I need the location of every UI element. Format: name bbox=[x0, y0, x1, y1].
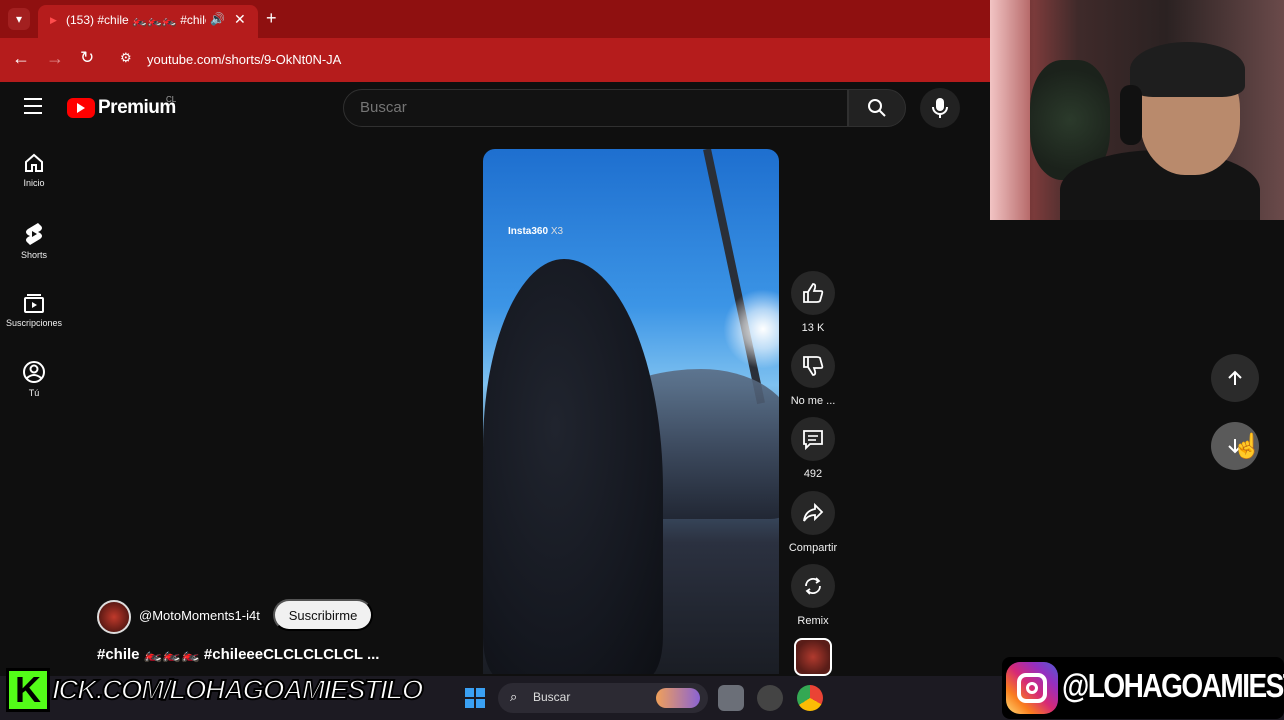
share-action[interactable]: Compartir bbox=[788, 491, 838, 554]
thumbs-down-icon bbox=[803, 356, 824, 376]
comments-button[interactable] bbox=[791, 417, 835, 461]
tab-search-button[interactable]: ▾ bbox=[8, 8, 30, 30]
instagram-banner: @LOHAGOAMIESTILO bbox=[1002, 657, 1284, 719]
sound-thumbnail[interactable] bbox=[794, 638, 832, 676]
comments-count: 492 bbox=[803, 468, 823, 480]
sidebar-item-tu[interactable]: Tú bbox=[0, 360, 68, 398]
video-frame-sun bbox=[723, 289, 779, 369]
youtube-logo[interactable]: Premium bbox=[67, 97, 176, 119]
sidebar-item-suscripciones[interactable]: Suscripciones bbox=[0, 292, 68, 328]
url-field[interactable]: youtube.com/shorts/9-OkNt0N-JA bbox=[147, 52, 341, 67]
browser-tab-active[interactable]: ▶ (153) #chile 🏍️🏍️🏍️ #chile 🔊 ✕ bbox=[38, 5, 258, 38]
sidebar-item-shorts[interactable]: Shorts bbox=[0, 222, 68, 260]
instagram-handle-text: @LOHAGOAMIESTILO bbox=[1062, 666, 1284, 704]
channel-handle[interactable]: @MotoMoments1-i4t bbox=[139, 608, 260, 623]
region-code: CL bbox=[166, 95, 177, 104]
sidebar-item-label: Tú bbox=[28, 388, 40, 398]
like-count: 13 K bbox=[801, 322, 825, 334]
kick-banner: K ICK.COM/LOHAGOAMIESTILO bbox=[6, 666, 424, 716]
sidebar-item-label: Shorts bbox=[20, 250, 47, 260]
channel-avatar[interactable] bbox=[97, 600, 131, 634]
webcam-overlay bbox=[990, 0, 1284, 220]
search-icon: ⌕ bbox=[510, 689, 518, 704]
voice-search-button[interactable] bbox=[920, 88, 960, 128]
dislike-label: No me ... bbox=[790, 395, 836, 407]
chrome-icon[interactable] bbox=[797, 685, 823, 711]
comments-action[interactable]: 492 bbox=[790, 417, 836, 480]
remix-action[interactable]: Remix bbox=[790, 564, 836, 627]
taskbar-search-label: Buscar bbox=[533, 690, 571, 704]
youtube-play-icon bbox=[67, 98, 95, 118]
kick-url-text: ICK.COM/LOHAGOAMIESTILO bbox=[51, 673, 424, 706]
address-bar: ← → ↻ ⚙ youtube.com/shorts/9-OkNt0N-JA bbox=[0, 38, 990, 82]
kick-logo-icon: K bbox=[6, 668, 50, 712]
remix-button[interactable] bbox=[791, 564, 835, 608]
video-frame-rider bbox=[483, 259, 663, 674]
reload-icon[interactable]: ↻ bbox=[80, 48, 94, 68]
home-icon bbox=[25, 153, 43, 172]
watermark-model: X3 bbox=[550, 226, 564, 237]
share-icon bbox=[803, 502, 824, 522]
back-arrow-icon[interactable]: ← bbox=[12, 48, 30, 69]
dislike-button[interactable] bbox=[791, 344, 835, 388]
share-label: Compartir bbox=[788, 542, 838, 554]
hand-cursor-icon: ☝ bbox=[1232, 433, 1262, 460]
tab-close-button[interactable]: ✕ bbox=[234, 11, 246, 28]
comment-icon bbox=[803, 430, 823, 450]
watermark-brand: Insta360 bbox=[508, 226, 549, 237]
search-highlight-icon bbox=[656, 688, 700, 708]
short-title[interactable]: #chile 🏍️🏍️🏍️ #chileeeCLCLCLCLCL ... bbox=[97, 645, 379, 663]
search-input[interactable] bbox=[360, 99, 820, 116]
subscriptions-icon bbox=[24, 294, 44, 313]
tab-title: (153) #chile 🏍️🏍️🏍️ #chile bbox=[66, 13, 206, 27]
menu-icon[interactable] bbox=[24, 98, 42, 114]
new-tab-button[interactable]: + bbox=[266, 8, 277, 28]
headset-icon bbox=[1120, 85, 1142, 145]
file-explorer-icon[interactable] bbox=[718, 685, 744, 711]
camera-watermark: Insta360 X3 bbox=[508, 226, 563, 237]
webcam-light bbox=[990, 0, 1030, 220]
remix-icon bbox=[805, 577, 821, 595]
sidebar-item-label: Inicio bbox=[23, 178, 45, 188]
instagram-logo-icon bbox=[1006, 662, 1058, 714]
arrow-up-icon bbox=[1228, 370, 1242, 385]
remix-label: Remix bbox=[797, 615, 829, 627]
sidebar-item-inicio[interactable]: Inicio bbox=[0, 152, 68, 188]
search-box bbox=[343, 89, 848, 127]
you-icon bbox=[23, 361, 45, 383]
shorts-icon bbox=[26, 223, 42, 245]
subscribe-button[interactable]: Suscribirme bbox=[273, 599, 373, 631]
search-button[interactable] bbox=[848, 89, 906, 127]
windows-start-icon[interactable] bbox=[465, 688, 485, 708]
forward-arrow-icon[interactable]: → bbox=[46, 48, 64, 69]
short-video-player[interactable]: Insta360 X3 bbox=[483, 149, 779, 674]
share-button[interactable] bbox=[791, 491, 835, 535]
app-icon[interactable] bbox=[757, 685, 783, 711]
microphone-icon bbox=[932, 98, 948, 118]
youtube-favicon-icon: ▶ bbox=[50, 15, 57, 25]
sidebar-item-label: Suscripciones bbox=[5, 318, 63, 328]
like-action[interactable]: 13 K bbox=[790, 271, 836, 334]
thumbs-up-icon bbox=[803, 283, 824, 303]
webcam-person-cap bbox=[1130, 42, 1245, 97]
site-settings-icon[interactable]: ⚙ bbox=[120, 50, 132, 66]
search-icon bbox=[868, 99, 886, 117]
previous-short-button[interactable] bbox=[1211, 354, 1259, 402]
speaker-icon[interactable]: 🔊 bbox=[210, 12, 225, 26]
like-button[interactable] bbox=[791, 271, 835, 315]
dislike-action[interactable]: No me ... bbox=[790, 344, 836, 407]
logo-text: Premium bbox=[98, 97, 176, 118]
browser-tab-bar: ▾ ▶ (153) #chile 🏍️🏍️🏍️ #chile 🔊 ✕ + bbox=[0, 0, 990, 38]
taskbar-search[interactable]: ⌕ Buscar bbox=[498, 683, 708, 713]
